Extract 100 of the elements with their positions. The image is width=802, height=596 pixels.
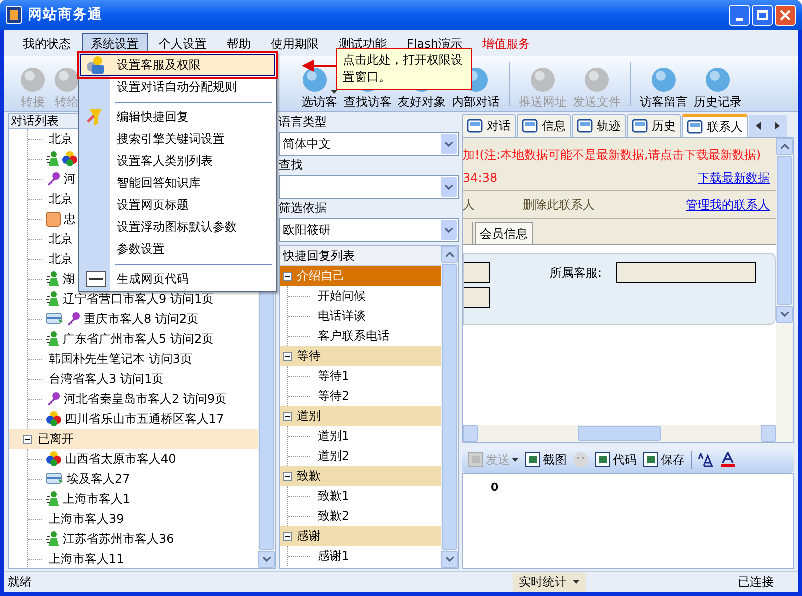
reply-item[interactable]: 致歉2 [318, 507, 350, 525]
dropdown-field[interactable]: 简体中文 [279, 132, 459, 156]
toolbar-icon[interactable] [53, 66, 81, 94]
manage-contacts-link[interactable]: 管理我的联系人 [686, 196, 770, 214]
reply-group[interactable]: 感谢 [280, 526, 441, 546]
menu-option[interactable]: 设置浮动图标默认参数 [80, 216, 275, 238]
dropdown-field[interactable]: 欧阳筱研 [279, 218, 459, 242]
collapse-icon[interactable] [283, 412, 292, 420]
maximize-button[interactable] [752, 4, 773, 26]
person-icon [46, 331, 60, 347]
chevron-down-icon [262, 557, 270, 562]
subtab[interactable]: 会员信息 [475, 222, 533, 244]
menu-option[interactable]: 设置客服及权限 [80, 54, 275, 76]
chevron-down-icon [780, 312, 788, 317]
scrollbar[interactable] [441, 246, 458, 568]
reply-item[interactable]: 电话详谈 [318, 307, 366, 325]
reply-item[interactable]: 感谢1 [318, 547, 350, 565]
tab[interactable]: 联系人 [682, 114, 748, 137]
reply-group[interactable]: 等待 [280, 346, 441, 366]
editor-button[interactable]: 代码 [595, 451, 637, 469]
pointer-arrow [302, 60, 336, 72]
menu-option[interactable]: 设置对话自动分配规则 [80, 76, 275, 98]
tab[interactable]: 历史 [627, 114, 681, 137]
action-text[interactable]: 删除此联系人 [523, 196, 595, 214]
collapse-icon[interactable] [283, 272, 292, 280]
visitor-item[interactable]: 韩国朴先生笔记本 访问3页 [49, 350, 192, 368]
visitor-item[interactable]: 湖 [63, 270, 75, 288]
stats-button[interactable]: 实时统计 [513, 572, 586, 592]
visitor-item[interactable]: 河 [64, 170, 76, 188]
input-field[interactable] [616, 262, 756, 283]
input-field[interactable] [464, 262, 490, 283]
font-color-icon[interactable] [720, 452, 736, 468]
tool-icon [643, 452, 659, 468]
tab[interactable]: 信息 [517, 114, 571, 137]
visitor-item[interactable]: 北京 [49, 190, 73, 208]
menu-item[interactable]: 个人设置 [150, 33, 216, 55]
editor-button[interactable]: 截图 [525, 451, 567, 469]
horizontal-scrollbar[interactable] [463, 425, 776, 442]
tab[interactable]: 轨迹 [572, 114, 626, 137]
message-input[interactable]: 0 [462, 473, 794, 569]
visitor-item[interactable]: 上海市客人1 [63, 490, 131, 508]
toolbar-button[interactable]: 查找访客 [344, 94, 392, 110]
visitor-item[interactable]: 北京 [49, 130, 73, 148]
collapse-icon[interactable] [23, 434, 32, 444]
scroll-right-icon[interactable] [775, 122, 780, 130]
font-size-icon[interactable] [698, 453, 714, 467]
visitor-item[interactable]: 重庆市客人8 访问2页 [84, 310, 200, 328]
menu-option[interactable]: 智能回答知识库 [80, 172, 275, 194]
toolbar-icon[interactable] [301, 66, 329, 94]
visitor-item[interactable]: 江苏省苏州市客人36 [63, 530, 174, 548]
visitor-item[interactable]: 北京 [49, 230, 73, 248]
action-text[interactable]: 人 [463, 196, 475, 214]
menu-item[interactable]: 我的状态 [14, 33, 80, 55]
reply-group[interactable]: 道别 [280, 406, 441, 426]
reply-item[interactable]: 等待1 [318, 367, 350, 385]
collapse-icon[interactable] [283, 472, 292, 480]
reply-item[interactable]: 道别1 [318, 427, 350, 445]
reply-item[interactable]: 开始问候 [318, 287, 366, 305]
toolbar-button[interactable]: 内部对话 [452, 94, 500, 110]
minimize-button[interactable] [729, 4, 750, 26]
toolbar-button[interactable]: 选访客 [302, 94, 338, 110]
toolbar-button[interactable]: 友好对象 [398, 94, 446, 110]
visitor-item[interactable]: 上海市客人39 [49, 510, 124, 528]
visitor-item[interactable]: 忠 [64, 210, 76, 228]
visitor-item[interactable]: 辽宁省营口市客人9 访问1页 [63, 290, 214, 308]
collapse-icon[interactable] [283, 352, 292, 360]
menu-option[interactable]: 设置客人类别列表 [80, 150, 275, 172]
collapse-icon[interactable] [283, 532, 292, 540]
menu-option[interactable]: 设置网页标题 [80, 194, 275, 216]
tree-group[interactable]: 已离开 [9, 429, 258, 449]
input-field[interactable] [464, 287, 490, 308]
tab-icon [467, 118, 483, 134]
menu-item[interactable]: 帮助 [218, 33, 260, 55]
menu-item[interactable]: 增值服务 [473, 33, 540, 55]
toolbar-button[interactable]: 历史记录 [694, 94, 742, 110]
menu-item[interactable]: 使用期限 [262, 33, 328, 55]
scroll-left-icon[interactable] [756, 122, 761, 130]
close-button[interactable] [775, 4, 796, 26]
editor-button[interactable]: 保存 [643, 451, 685, 469]
toolbar-button[interactable]: 访客留言 [640, 94, 688, 110]
dropdown-field[interactable] [279, 175, 459, 199]
visitor-item[interactable]: 台湾省客人3 访问1页 [49, 370, 164, 388]
reply-item[interactable]: 客户联系电话 [318, 327, 390, 345]
visitor-item[interactable]: 上海市客人11 [49, 550, 124, 568]
reply-item[interactable]: 致歉1 [318, 487, 350, 505]
visitor-item[interactable]: 山西省太原市客人40 [65, 450, 176, 468]
menu-option[interactable]: 搜索引擎关键词设置 [80, 128, 275, 150]
tab[interactable]: 对话 [462, 114, 516, 137]
menu-option[interactable]: 生成网页代码 [80, 268, 275, 290]
reply-item[interactable]: 道别2 [318, 447, 350, 465]
reply-item[interactable]: 等待2 [318, 387, 350, 405]
visitor-item[interactable]: 广东省广州市客人5 访问2页 [63, 330, 214, 348]
visitor-item[interactable]: 河北省秦皇岛市客人2 访问9页 [64, 390, 228, 408]
menu-option[interactable]: 参数设置 [80, 238, 275, 260]
reply-group[interactable]: 致歉 [280, 466, 441, 486]
download-link[interactable]: 下载最新数据 [698, 169, 770, 187]
visitor-item[interactable]: 北京 [49, 250, 73, 268]
visitor-item[interactable]: 埃及客人27 [67, 470, 130, 488]
scrollbar[interactable] [776, 138, 793, 323]
visitor-item[interactable]: 四川省乐山市五通桥区客人17 [65, 410, 224, 428]
